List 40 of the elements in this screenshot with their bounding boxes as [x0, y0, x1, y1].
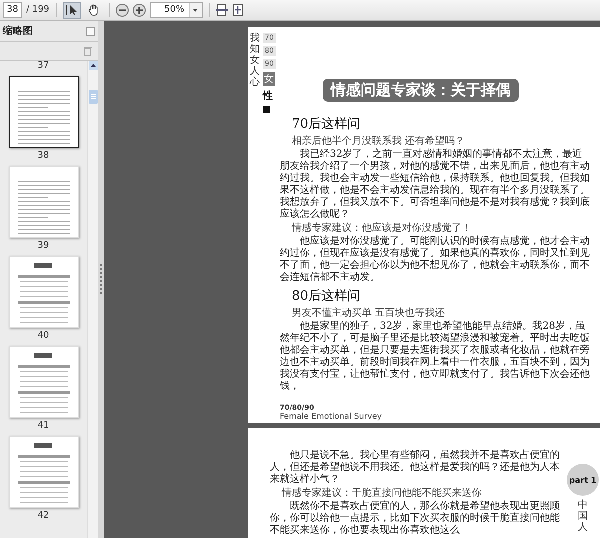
- question-title: 相亲后他半个月没联系我 还有希望吗？: [292, 135, 466, 148]
- page-label: 39: [38, 241, 50, 251]
- cursor-icon: [66, 4, 78, 16]
- page-label: 40: [38, 331, 50, 341]
- fit-page-icon[interactable]: [232, 4, 244, 16]
- page-label: 41: [38, 421, 50, 431]
- page-label: 37: [38, 61, 50, 71]
- hand-icon: [88, 4, 100, 16]
- page-label: 38: [38, 151, 50, 161]
- body-paragraph: 我已经32岁了，之前一直对感情和婚姻的事情都不太注意，最近朋友给我介绍了一个男孩，对他的感觉不错，出来见面后，他也有主动约过我。我也会主动发一些短信给他，保持联系。他也回复我。但我如果不这样做，他是不会主动发信息给我的。现在有半个多月没联系了。我想放弃了，但我又放不下。可否坦率问他是不是对我有感觉？我到底应该怎么做呢？: [280, 149, 591, 221]
- body-paragraph: 既然你不是喜欢占便宜的人，那么你就是希望他表现出更照顾你，你可以给他一点提示，比如下次买衣服的时候干脆直接问他能不能买来送你，你也要表现出你喜欢他这么: [270, 501, 561, 537]
- question-title: 情感专家建议：他应该是对你没感觉了！: [292, 222, 473, 235]
- scrollbar[interactable]: [87, 61, 98, 538]
- body-paragraph: 他应该是对你没感觉了。可能刚认识的时候有点感觉，他才会主动约过你，但现在应该是没有感觉了。如果他真的喜欢你，同时又忙到见不了面，他一定会担心你以为他不想见你了，他就会主动联系你，而不会连短信都不主动发。: [280, 236, 591, 284]
- question-title: 男友不懂主动买单 五百块也等我还: [292, 307, 446, 320]
- side-badge: 女: [263, 72, 275, 86]
- side-character: 性: [263, 90, 273, 103]
- page-count: / 199: [26, 5, 50, 15]
- vertical-side-text: 中国人: [578, 500, 588, 533]
- zoom-out-icon[interactable]: [116, 4, 129, 16]
- scroll-thumb-icon[interactable]: [88, 90, 98, 104]
- page-thumbnail[interactable]: [8, 76, 78, 148]
- body-paragraph: 他是家里的独子，32岁，家里也希望他能早点结婚。我28岁，虽然年纪不小了，可是脑子里还是比较渴望浪漫和被宠着。平时出去吃饭他都会主动买单，但是只要是去逛街我买了衣服或者化妆品，他就在旁边也不主动买单。前段时间我在网上看中一件衣服，五百块不到，因为我没有支付宝，让他帮忙支付，他立即就支付了。我告诉他下次会还他钱，: [280, 321, 591, 393]
- page-label: 42: [38, 511, 50, 521]
- question-title: 情感专家建议：干脆直接问他能不能买来送你: [282, 487, 483, 500]
- zoom-in-icon[interactable]: [132, 4, 146, 16]
- part-badge: part 1: [567, 464, 599, 496]
- panel-title: 缩略图: [3, 24, 33, 38]
- fit-width-icon[interactable]: [216, 4, 228, 16]
- scroll-up-icon[interactable]: [88, 61, 98, 70]
- footer-subtitle: Female Emotional Survey: [280, 412, 384, 421]
- vertical-book-title: 我知女人心: [250, 33, 260, 90]
- body-paragraph: 他只是说不急。我心里有些郁闷，虽然我并不是喜欢占便宜的人，但还是希望他说不用我还。他这样是爱我的吗？还是他为人本来就这样小气？: [270, 450, 561, 486]
- section-heading: 70后这样问: [292, 116, 362, 133]
- chapter-banner: 情感问题专家谈：关于择偶: [323, 79, 519, 102]
- collapse-button[interactable]: [86, 26, 95, 36]
- select-tool-button[interactable]: [62, 2, 81, 18]
- page-number-field[interactable]: 38: [3, 2, 22, 18]
- square-icon: [263, 106, 270, 113]
- section-heading: 80后这样问: [292, 288, 362, 305]
